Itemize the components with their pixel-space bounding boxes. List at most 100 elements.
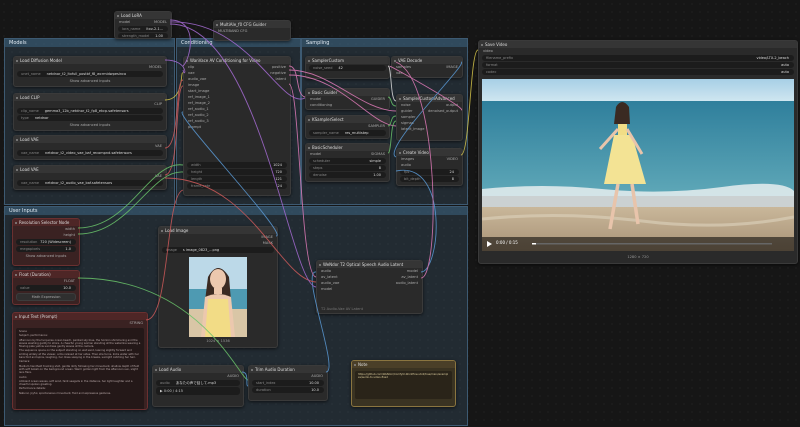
- note-node[interactable]: Note https://github.com/WeNdor/ComfyUI-W…: [351, 360, 456, 407]
- input-socket-label: ref_image_2: [188, 101, 210, 105]
- math-expression-button[interactable]: Math Expression: [16, 293, 76, 301]
- prompt-input-node[interactable]: Input Text (Prompt) STRING Scene Subject,…: [12, 312, 148, 410]
- video-preview[interactable]: 0:00 / 0:15: [482, 79, 794, 251]
- input-socket-label: guider: [401, 109, 413, 113]
- node-title: Input Text (Prompt): [13, 313, 147, 320]
- audio-vae-name-field[interactable]: vae_name netdnor_t2_audio_vae_baf.safeten…: [17, 180, 163, 186]
- vae-decode-node[interactable]: VAE Decode samples IMAGE vae: [391, 56, 463, 78]
- prompt-textarea[interactable]: Scene Subject, performance: Afternoon by t…: [16, 328, 144, 409]
- video-resolution: 1280 × 720: [627, 255, 649, 259]
- param-label: duration: [256, 388, 271, 392]
- show-advanced-toggle[interactable]: Show advanced inputs: [14, 122, 166, 128]
- create-video-node[interactable]: Create Video images VIDEO audio fps 24 bit_…: [396, 148, 463, 186]
- portrait-image: [189, 257, 247, 337]
- input-socket-label: noise: [401, 103, 411, 107]
- show-advanced-toggle[interactable]: Show advanced inputs: [13, 253, 79, 259]
- param-label: scheduler: [313, 159, 331, 163]
- node-title: SamplerCustomAdvanced: [397, 95, 462, 102]
- float-duration-node[interactable]: Float (Duration) FLOAT value 10.0 Math Ex…: [12, 270, 80, 305]
- param-label: filename_prefix: [486, 56, 514, 60]
- group-title: Models: [5, 39, 174, 47]
- param-list: scheduler simple steps 8 denoise 1.00: [306, 158, 389, 178]
- cfg-guider-node[interactable]: MultiAIe_f0 CFG Guider MULTIBAND CFG: [213, 20, 291, 41]
- prompt-line: Scene: [19, 330, 27, 333]
- basic-scheduler-node[interactable]: BasicScheduler model SIGMAS scheduler simp…: [305, 143, 390, 182]
- ksampler-select-node[interactable]: KSamplerSelect SAMPLER sampler_name res_m…: [305, 115, 390, 139]
- param-field[interactable]: length 121: [187, 176, 287, 182]
- param-field[interactable]: width 1024: [187, 162, 287, 168]
- param-label: codec: [486, 70, 497, 74]
- param-label: format: [486, 63, 498, 67]
- param-label: frame_rate: [191, 184, 211, 188]
- param-list: filename_prefix video/LTX-2_beachformat au…: [479, 55, 797, 75]
- load-audio-vae-node[interactable]: Load VAE VAE vae_name netdnor_t2_audio_va…: [13, 165, 167, 190]
- prompt-line: Medium handheld tracking shot, gentle do…: [19, 364, 140, 375]
- param-field[interactable]: format auto: [482, 62, 794, 68]
- unet-name-field[interactable]: unet_name netdnor_t2_ltxfull_postbf_f8_wc…: [17, 71, 163, 77]
- audio-player[interactable]: ▶ 0:00 / 4:15: [156, 387, 240, 395]
- param-value: auto: [781, 63, 789, 67]
- param-field[interactable]: height 720: [187, 169, 287, 175]
- audio-latent-node[interactable]: WeNdor T2 Optical Speech Audio Latent au…: [316, 260, 423, 314]
- load-lora-node[interactable]: Load LoRA model MODEL lora_name ltxv-2-1..…: [114, 11, 172, 39]
- param-label: width: [191, 163, 201, 167]
- param-value: 720 (Widescreen): [40, 240, 71, 244]
- basic-guider-node[interactable]: Basic Guider model GUIDER conditioning: [305, 88, 390, 110]
- noise-seed-field[interactable]: noise_seed 42: [309, 65, 386, 71]
- param-field[interactable]: fps 24: [400, 169, 459, 175]
- lora-name-field[interactable]: lora_name ltxv-2-1...: [118, 26, 168, 32]
- param-field[interactable]: duration 10.0: [252, 387, 324, 393]
- resolution-selector-node[interactable]: Resolution Selector Node width height re…: [12, 218, 80, 266]
- param-field[interactable]: steps 8: [309, 165, 386, 171]
- show-advanced-toggle[interactable]: Show advanced inputs: [14, 78, 166, 84]
- prompt-line: Afternoon by the turquoise ocean beach, …: [19, 338, 141, 349]
- node-title: Float (Duration): [13, 271, 79, 278]
- random-noise-node[interactable]: SamplerCustom noise_seed 42: [305, 56, 390, 79]
- param-field[interactable]: start_index 10.00: [252, 380, 324, 386]
- image-preview[interactable]: [189, 257, 247, 337]
- save-video-node[interactable]: Save Video video filename_prefix video/LT…: [478, 40, 798, 264]
- param-list: fps 24 bit_depth 8: [397, 169, 462, 182]
- param-label: length: [191, 177, 203, 181]
- param-value: 8: [378, 166, 381, 170]
- param-label: denoise: [313, 173, 327, 177]
- load-vae-node[interactable]: Load VAE VAE vae_name netdnor_t2_video_va…: [13, 135, 167, 160]
- note-text[interactable]: https://github.com/WeNdor/ComfyUI-Workfl…: [355, 371, 452, 399]
- param-field[interactable]: bit_depth 8: [400, 176, 459, 182]
- param-field[interactable]: scheduler simple: [309, 158, 386, 164]
- sampler-custom-advanced-node[interactable]: SamplerCustomAdvanced noise output guider d…: [396, 94, 463, 141]
- clip-type-field[interactable]: type netdnor: [17, 115, 163, 121]
- param-label: fps: [404, 170, 410, 174]
- node-title: Trim Audio Duration: [249, 366, 327, 373]
- play-icon[interactable]: ▶: [160, 389, 163, 393]
- load-image-node[interactable]: Load Image IMAGE MASK image s image_0823_…: [158, 226, 278, 348]
- param-field[interactable]: filename_prefix video/LTX-2_beach: [482, 55, 794, 61]
- vae-name-field[interactable]: vae_name netdnor_t2_video_vae_baf_recompn…: [17, 150, 163, 156]
- param-value: 121: [275, 177, 282, 181]
- input-socket-label: audio: [321, 269, 331, 273]
- clip-name-field[interactable]: clip_name gemma3_12b_netdnor_t2_fp8_ekcp.…: [17, 108, 163, 114]
- av-conditioning-node[interactable]: WanVace AV Conditioning for Video clip po…: [183, 56, 291, 196]
- float-value-field[interactable]: value 10.0: [16, 285, 76, 291]
- prompt-line: Camera:: [19, 360, 31, 364]
- param-value: 10.00: [308, 381, 319, 385]
- node-title: Load VAE: [14, 166, 166, 173]
- param-value: video/LTX-2_beach: [756, 56, 789, 60]
- param-field[interactable]: megapixels 1.0: [16, 246, 76, 252]
- socket-row: model: [317, 286, 422, 292]
- param-field[interactable]: frame_rate 24: [187, 183, 287, 189]
- param-field[interactable]: denoise 1.00: [309, 172, 386, 178]
- load-diffusion-model-node[interactable]: Load Diffusion Model MODEL unet_name netd…: [13, 56, 167, 87]
- param-field[interactable]: resolution 720 (Widescreen): [16, 239, 76, 245]
- load-clip-node[interactable]: Load CLIP CLIP clip_name gemma3_12b_netdn…: [13, 93, 167, 131]
- node-title: Load Image: [159, 227, 277, 234]
- node-title: BasicScheduler: [306, 144, 389, 151]
- param-field[interactable]: codec auto: [482, 69, 794, 75]
- lora-strength-field[interactable]: strength_model 1.00: [118, 33, 168, 38]
- param-list: width 1024 height 720 length 121 frame_rate 24: [184, 161, 290, 190]
- image-select-field[interactable]: image s image_0823_...png: [162, 247, 274, 253]
- trim-audio-node[interactable]: Trim Audio Duration AUDIO start_index 10.…: [248, 365, 328, 401]
- load-audio-node[interactable]: Load Audio AUDIO audio あなたの声で話して.mp3 ▶ 0:…: [152, 365, 244, 407]
- sampler-name-field[interactable]: sampler_name res_multistep: [309, 130, 386, 136]
- audio-select-field[interactable]: audio あなたの声で話して.mp3: [156, 380, 240, 386]
